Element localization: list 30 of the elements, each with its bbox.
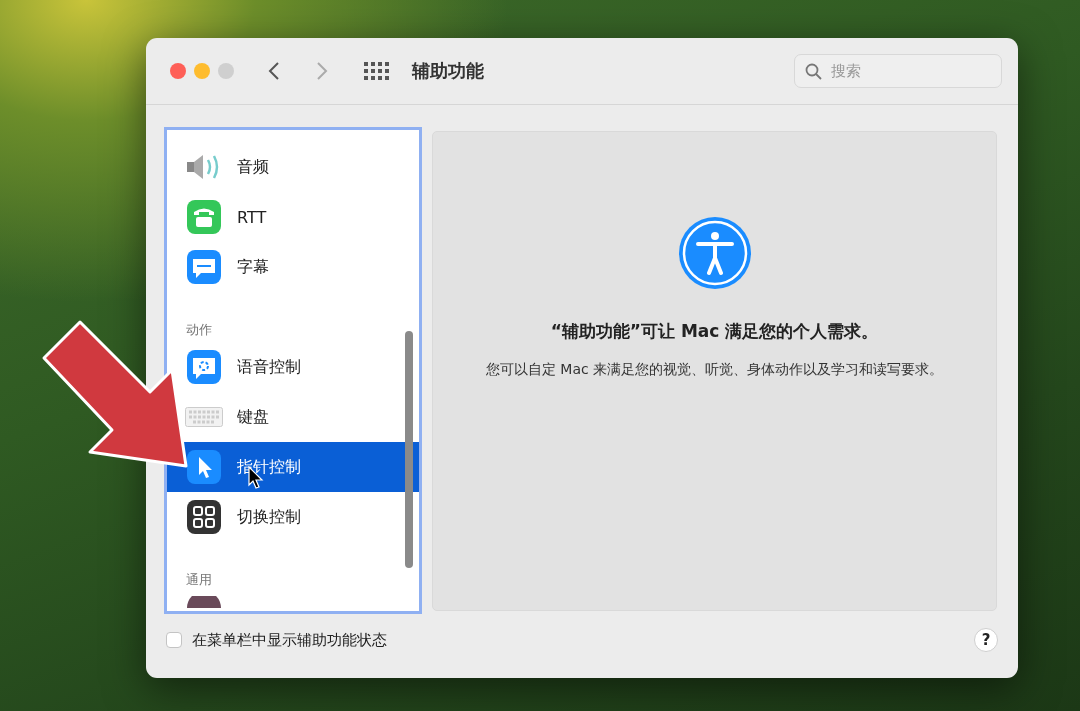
sidebar-item[interactable]: 切换控制	[167, 492, 419, 542]
sidebar-item[interactable]: 字幕	[167, 242, 419, 292]
search-field[interactable]: 搜索	[794, 54, 1002, 88]
minimize-button[interactable]	[194, 63, 210, 79]
app-icon	[187, 596, 221, 608]
chevron-left-icon	[268, 61, 280, 81]
voice-control-icon	[187, 350, 221, 384]
zoom-button[interactable]	[218, 63, 234, 79]
panel-description: 您可以自定 Mac 来满足您的视觉、听觉、身体动作以及学习和读写要求。	[484, 360, 945, 379]
sidebar-item[interactable]: RTT	[167, 192, 419, 242]
window-title: 辅助功能	[412, 59, 484, 83]
pointer-icon	[187, 450, 221, 484]
section-header: 通用	[185, 570, 213, 589]
grid-icon	[187, 500, 221, 534]
sidebar-item[interactable]: 语音控制	[167, 342, 419, 392]
grid-icon	[364, 62, 390, 80]
section-header: 动作	[185, 320, 213, 339]
search-icon	[805, 63, 822, 80]
scrollbar[interactable]	[405, 331, 413, 568]
panel-heading: “辅助功能”可让 Mac 满足您的个人需求。	[550, 320, 879, 343]
checkbox-label: 在菜单栏中显示辅助功能状态	[192, 630, 387, 650]
accessibility-icon	[677, 216, 752, 290]
checkbox[interactable]	[166, 632, 182, 648]
chevron-right-icon	[316, 61, 328, 81]
telephone-icon	[187, 200, 221, 234]
speech-bubble-icon	[187, 250, 221, 284]
sidebar-item[interactable]: 音频	[167, 142, 419, 192]
close-button[interactable]	[170, 63, 186, 79]
keyboard-icon	[185, 407, 223, 427]
help-button[interactable]: ?	[974, 628, 998, 652]
